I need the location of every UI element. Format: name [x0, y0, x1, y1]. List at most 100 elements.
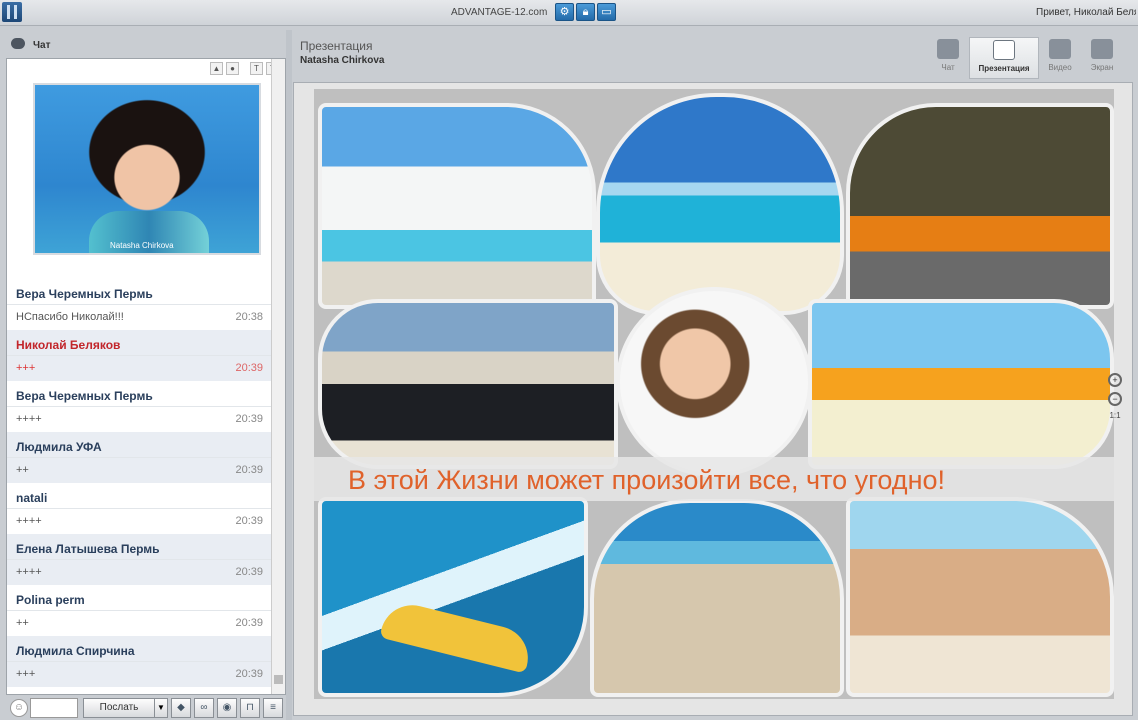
chat-title: Чат: [33, 40, 51, 51]
gear-icon[interactable]: ⚙: [555, 3, 574, 21]
cocktails-photo: [808, 299, 1114, 469]
zoom-controls: + − 1:1: [1108, 373, 1124, 430]
presentation-icon: [993, 40, 1015, 60]
message-body: ++++ 20:39: [7, 560, 271, 585]
message-text: ++++: [16, 515, 42, 527]
chat-header: Чат: [6, 34, 286, 56]
mode-label: Экран: [1090, 63, 1114, 72]
chat-panel: ▲ ● T T Natasha Chirkova Вера Черемных П…: [6, 58, 286, 695]
video-camera-icon: [1049, 39, 1071, 59]
lock-icon[interactable]: 🔒︎: [576, 3, 595, 21]
message-text: НСпасибо Николай!!!: [16, 311, 124, 323]
message-body: НСпасибо Николай!!! 20:38: [7, 305, 271, 330]
presentation-title: Презентация: [300, 39, 373, 53]
window-icon[interactable]: ▭: [597, 3, 616, 21]
slide-banner-text: В этой Жизни может произойти все, что уг…: [348, 465, 945, 495]
message-time: 20:39: [235, 668, 263, 680]
sunbathing-photo: [846, 497, 1114, 697]
chat-message: Елена Латышева Пермь ++++ 20:39: [7, 534, 271, 585]
slide-banner: В этой Жизни может произойти все, что уг…: [314, 457, 1114, 501]
jetski-shape: [379, 598, 535, 674]
message-time: 20:39: [235, 617, 263, 629]
panel-divider[interactable]: [286, 30, 292, 720]
text-size-up-icon[interactable]: T: [250, 62, 263, 75]
chat-message: Вера Черемных Пермь НСпасибо Николай!!! …: [7, 279, 271, 330]
chat-message: Вера Черемных Пермь ++++ 20:39: [7, 381, 271, 432]
chat-bubble-icon: [11, 38, 25, 49]
link-icon[interactable]: ∞: [194, 698, 214, 718]
chat-icon: [937, 39, 959, 59]
slide-collage: В этой Жизни может произойти все, что уг…: [314, 89, 1114, 699]
message-body: ++++ 20:39: [7, 407, 271, 432]
mode-presentation[interactable]: Презентация: [969, 37, 1039, 79]
presenter-name: Natasha Chirkova: [300, 55, 385, 66]
mode-label: Видео: [1048, 63, 1072, 72]
message-list: Вера Черемных Пермь НСпасибо Николай!!! …: [7, 279, 271, 687]
settings-small-icon[interactable]: ●: [226, 62, 239, 75]
mode-label: Чат: [941, 63, 955, 72]
send-button[interactable]: Послать: [83, 698, 155, 718]
lock-small-icon[interactable]: ▲: [210, 62, 223, 75]
chat-message: Николай Беляков +++ 20:39: [7, 330, 271, 381]
presentation-header: Презентация Natasha Chirkova Чат Презент…: [292, 30, 1138, 80]
chat-tools: ▲ ● T T: [210, 62, 279, 75]
scrollbar-thumb[interactable]: [274, 675, 283, 684]
message-author[interactable]: Николай Беляков: [7, 330, 271, 356]
eye-icon[interactable]: ◉: [217, 698, 237, 718]
message-author[interactable]: Вера Черемных Пермь: [7, 279, 271, 305]
message-time: 20:39: [235, 413, 263, 425]
sports-car-photo: [846, 103, 1114, 309]
zoom-in-icon[interactable]: +: [1108, 373, 1122, 387]
couple-photo: [616, 287, 812, 477]
greeting-text: Привет, Николай Беляк: [1036, 7, 1136, 18]
message-body: ++ 20:39: [7, 458, 271, 483]
message-body: ++++ 20:39: [7, 509, 271, 534]
message-author[interactable]: natali: [7, 483, 271, 509]
list-icon[interactable]: ≡: [263, 698, 283, 718]
chat-message: Людмила Спирчина +++ 20:39: [7, 636, 271, 687]
message-author[interactable]: Елена Латышева Пермь: [7, 534, 271, 560]
message-text: ++++: [16, 413, 42, 425]
message-time: 20:38: [235, 311, 263, 323]
message-text: +++: [16, 668, 36, 680]
site-name: ADVANTAGE-12.com: [451, 7, 548, 18]
message-text: +++: [16, 362, 36, 374]
screen-icon: [1091, 39, 1113, 59]
jetski-photo: [318, 497, 588, 697]
chat-message: natali ++++ 20:39: [7, 483, 271, 534]
villa-photo: [318, 103, 596, 309]
zoom-out-icon[interactable]: −: [1108, 392, 1122, 406]
avatar-caption: Natasha Chirkova: [110, 241, 174, 250]
message-input[interactable]: [30, 698, 78, 718]
mode-chat[interactable]: Чат: [928, 37, 968, 79]
message-text: ++: [16, 617, 29, 629]
message-time: 20:39: [235, 362, 263, 374]
mode-video[interactable]: Видео: [1040, 37, 1080, 79]
top-bar: ADVANTAGE-12.com ⚙ 🔒︎ ▭ Привет, Николай …: [0, 0, 1138, 26]
send-options-dropdown[interactable]: ▼: [154, 698, 168, 718]
message-body: ++ 20:39: [7, 611, 271, 636]
mode-screen[interactable]: Экран: [1082, 37, 1122, 79]
message-author[interactable]: Polina perm: [7, 585, 271, 611]
chat-scrollbar[interactable]: [271, 59, 285, 694]
mode-label: Презентация: [978, 64, 1030, 73]
message-time: 20:39: [235, 566, 263, 578]
message-text: ++++: [16, 566, 42, 578]
presentation-stage: В этой Жизни может произойти все, что уг…: [293, 82, 1133, 716]
message-time: 20:39: [235, 515, 263, 527]
chat-message: Людмила УФА ++ 20:39: [7, 432, 271, 483]
message-body: +++ 20:39: [7, 662, 271, 687]
message-body: +++ 20:39: [7, 356, 271, 381]
tag-icon[interactable]: ◆: [171, 698, 191, 718]
chat-input-bar: ☺ Послать ▼ ◆ ∞ ◉ ⊓ ≡: [6, 697, 286, 719]
message-author[interactable]: Вера Черемных Пермь: [7, 381, 271, 407]
message-author[interactable]: Людмила УФА: [7, 432, 271, 458]
message-author[interactable]: Людмила Спирчина: [7, 636, 271, 662]
app-logo-icon[interactable]: [2, 2, 22, 22]
motorcycle-photo: [318, 299, 618, 469]
unlock-icon[interactable]: ⊓: [240, 698, 260, 718]
smiley-icon[interactable]: ☺: [10, 699, 28, 717]
zoom-ratio[interactable]: 1:1: [1108, 411, 1122, 425]
chat-message: Polina perm ++ 20:39: [7, 585, 271, 636]
beach-photo: [596, 93, 844, 315]
